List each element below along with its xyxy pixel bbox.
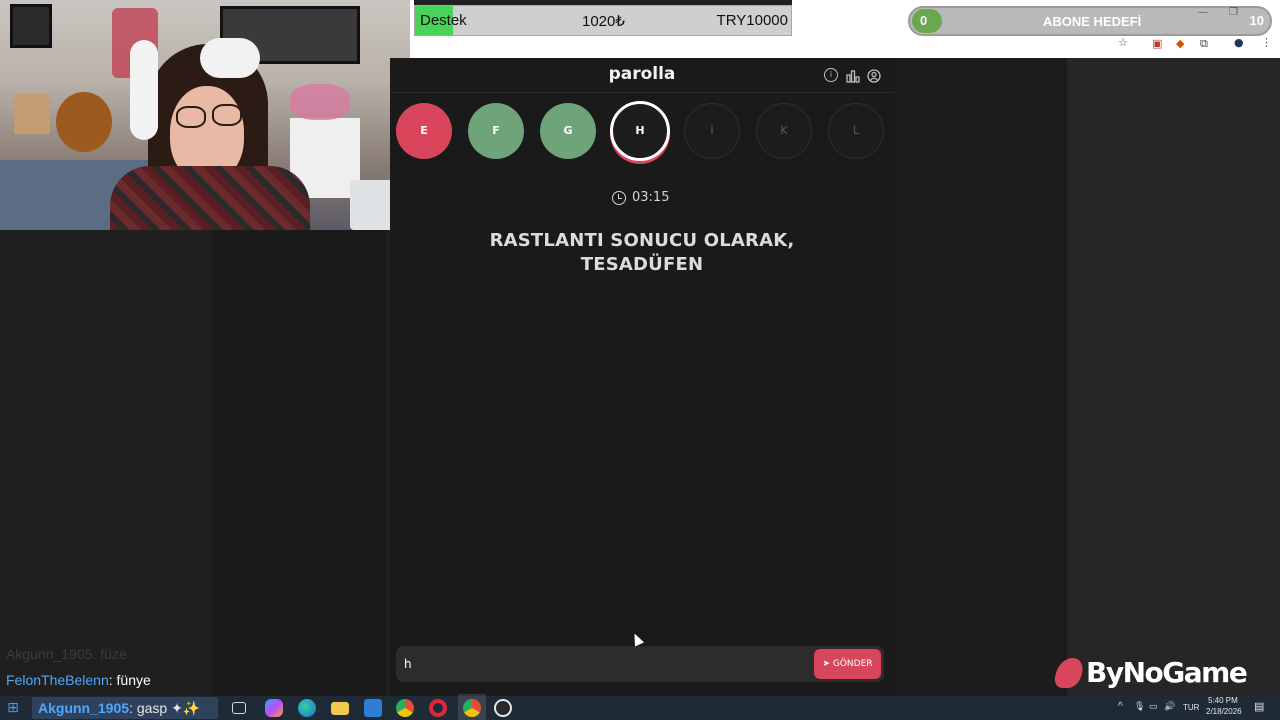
letter-circle-k: K xyxy=(756,103,812,159)
chat-text: : gasp ✦✨ xyxy=(129,700,201,716)
teddy-bear xyxy=(56,92,112,152)
obs-icon[interactable] xyxy=(494,699,512,717)
letter-circle-i: İ xyxy=(684,103,740,159)
subscriber-current: 0 xyxy=(920,13,928,28)
microphone-icon[interactable]: 🎙 xyxy=(1134,701,1145,712)
opera-icon[interactable] xyxy=(429,699,447,717)
browser-menu-icon[interactable]: ⋮ xyxy=(1261,36,1272,49)
plaid-shirt xyxy=(110,166,310,230)
extensions-puzzle-icon[interactable]: ⧉ xyxy=(1200,37,1208,51)
letter-circle-g: G xyxy=(540,103,596,159)
clue-line-1: RASTLANTI SONUCU OLARAK, xyxy=(489,230,795,251)
stream-background-left-inner xyxy=(212,230,387,696)
donation-label: Destek xyxy=(420,12,467,29)
taskbar-chat-overlay: Akgunn_1905: gasp ✦✨ xyxy=(32,697,218,719)
timer: 03:15 xyxy=(632,190,670,205)
copilot-icon[interactable] xyxy=(265,699,283,717)
answer-form: ➤ GÖNDER xyxy=(396,646,884,682)
stream-background-left xyxy=(0,230,212,696)
chat-username: Akgunn_1905 xyxy=(38,700,130,716)
chat-message-faded: Akgunn_1905: füze xyxy=(6,646,127,662)
clock-time[interactable]: 5:40 PM xyxy=(1208,696,1238,705)
clock-date[interactable]: 2/18/2026 xyxy=(1206,707,1242,716)
chat-text: : füze xyxy=(92,646,127,662)
chat-username: Akgunn_1905 xyxy=(6,646,93,662)
store-icon[interactable] xyxy=(364,699,382,717)
info-icon[interactable]: i xyxy=(824,68,838,82)
subscriber-goal-label: ABONE HEDEFİ xyxy=(1043,14,1142,29)
chat-message: FelonTheBelenn: fünye xyxy=(6,672,151,688)
headphone-top xyxy=(200,38,260,78)
donation-target: TRY10000 xyxy=(716,12,788,29)
network-icon[interactable]: ▭ xyxy=(1149,701,1158,712)
send-button-label: GÖNDER xyxy=(832,659,873,669)
chat-username: FelonTheBelenn xyxy=(6,672,109,688)
cardboard-box xyxy=(14,94,50,134)
send-button[interactable]: ➤ GÖNDER xyxy=(814,649,881,679)
answer-input[interactable] xyxy=(404,654,804,674)
send-icon: ➤ xyxy=(822,659,833,669)
subscriber-goal-target: 10 xyxy=(1249,13,1264,28)
clock-icon xyxy=(612,191,626,205)
task-view-icon[interactable] xyxy=(232,702,246,714)
file-explorer-icon[interactable] xyxy=(331,702,349,715)
minimize-icon[interactable]: — xyxy=(1198,7,1208,18)
stats-icon[interactable] xyxy=(846,68,860,83)
stream-background-right xyxy=(1067,58,1280,696)
profile-icon[interactable] xyxy=(867,68,881,83)
clue-text: RASTLANTI SONUCU OLARAK, TESADÜFEN xyxy=(450,229,834,277)
extension-fox-icon[interactable]: ◆ xyxy=(1176,37,1184,50)
parolla-game-panel: parolla i E F G H İ K L 03:15 RASTLANTI … xyxy=(390,58,894,696)
edge-icon[interactable] xyxy=(298,699,316,717)
wall-picture-frame xyxy=(10,4,52,48)
letter-circle-f: F xyxy=(468,103,524,159)
letter-circle-h-current: H xyxy=(610,101,670,161)
stream-background-right-inner xyxy=(893,58,1067,696)
bynogame-logo-text: ByNoGame xyxy=(1086,656,1248,689)
maximize-icon[interactable]: ❐ xyxy=(1229,7,1238,18)
extension-icon[interactable]: ▣ xyxy=(1152,37,1162,50)
donation-current: 1020₺ xyxy=(582,13,625,30)
chat-text: : fünye xyxy=(108,672,151,688)
subscriber-goal-bar: 0 ABONE HEDEFİ 10 xyxy=(908,6,1272,36)
chrome-active-icon[interactable] xyxy=(458,694,486,720)
volume-icon[interactable]: 🔊 xyxy=(1164,701,1175,712)
donation-goal-bar: Destek 1020₺ TRY10000 xyxy=(414,5,792,36)
letter-circle-l: L xyxy=(828,103,884,159)
chrome-active-glyph xyxy=(463,699,481,717)
header-divider xyxy=(390,92,894,93)
start-icon[interactable]: ⊞ xyxy=(4,699,22,717)
browser-toolbar-left xyxy=(410,36,792,58)
headphone-left xyxy=(130,40,158,140)
game-title: parolla xyxy=(608,64,676,84)
notification-icon[interactable]: ▤ xyxy=(1254,700,1264,713)
clue-line-2: TESADÜFEN xyxy=(580,254,704,275)
language-indicator[interactable]: TUR xyxy=(1183,703,1199,712)
bookmark-star-icon[interactable]: ☆ xyxy=(1118,36,1128,49)
chrome-icon[interactable] xyxy=(396,699,414,717)
windows-taskbar: ⊞ Akgunn_1905: gasp ✦✨ ^ 🎙 ▭ 🔊 TUR 5:40 … xyxy=(0,696,1280,720)
glasses-right-lens xyxy=(212,104,242,126)
flower-bouquet xyxy=(290,84,350,120)
tray-expand-icon[interactable]: ^ xyxy=(1118,701,1123,712)
letter-circle-e: E xyxy=(396,103,452,159)
glasses-left-lens xyxy=(176,106,206,128)
profile-avatar-icon[interactable]: ● xyxy=(1234,36,1244,49)
webcam-feed xyxy=(0,0,410,230)
